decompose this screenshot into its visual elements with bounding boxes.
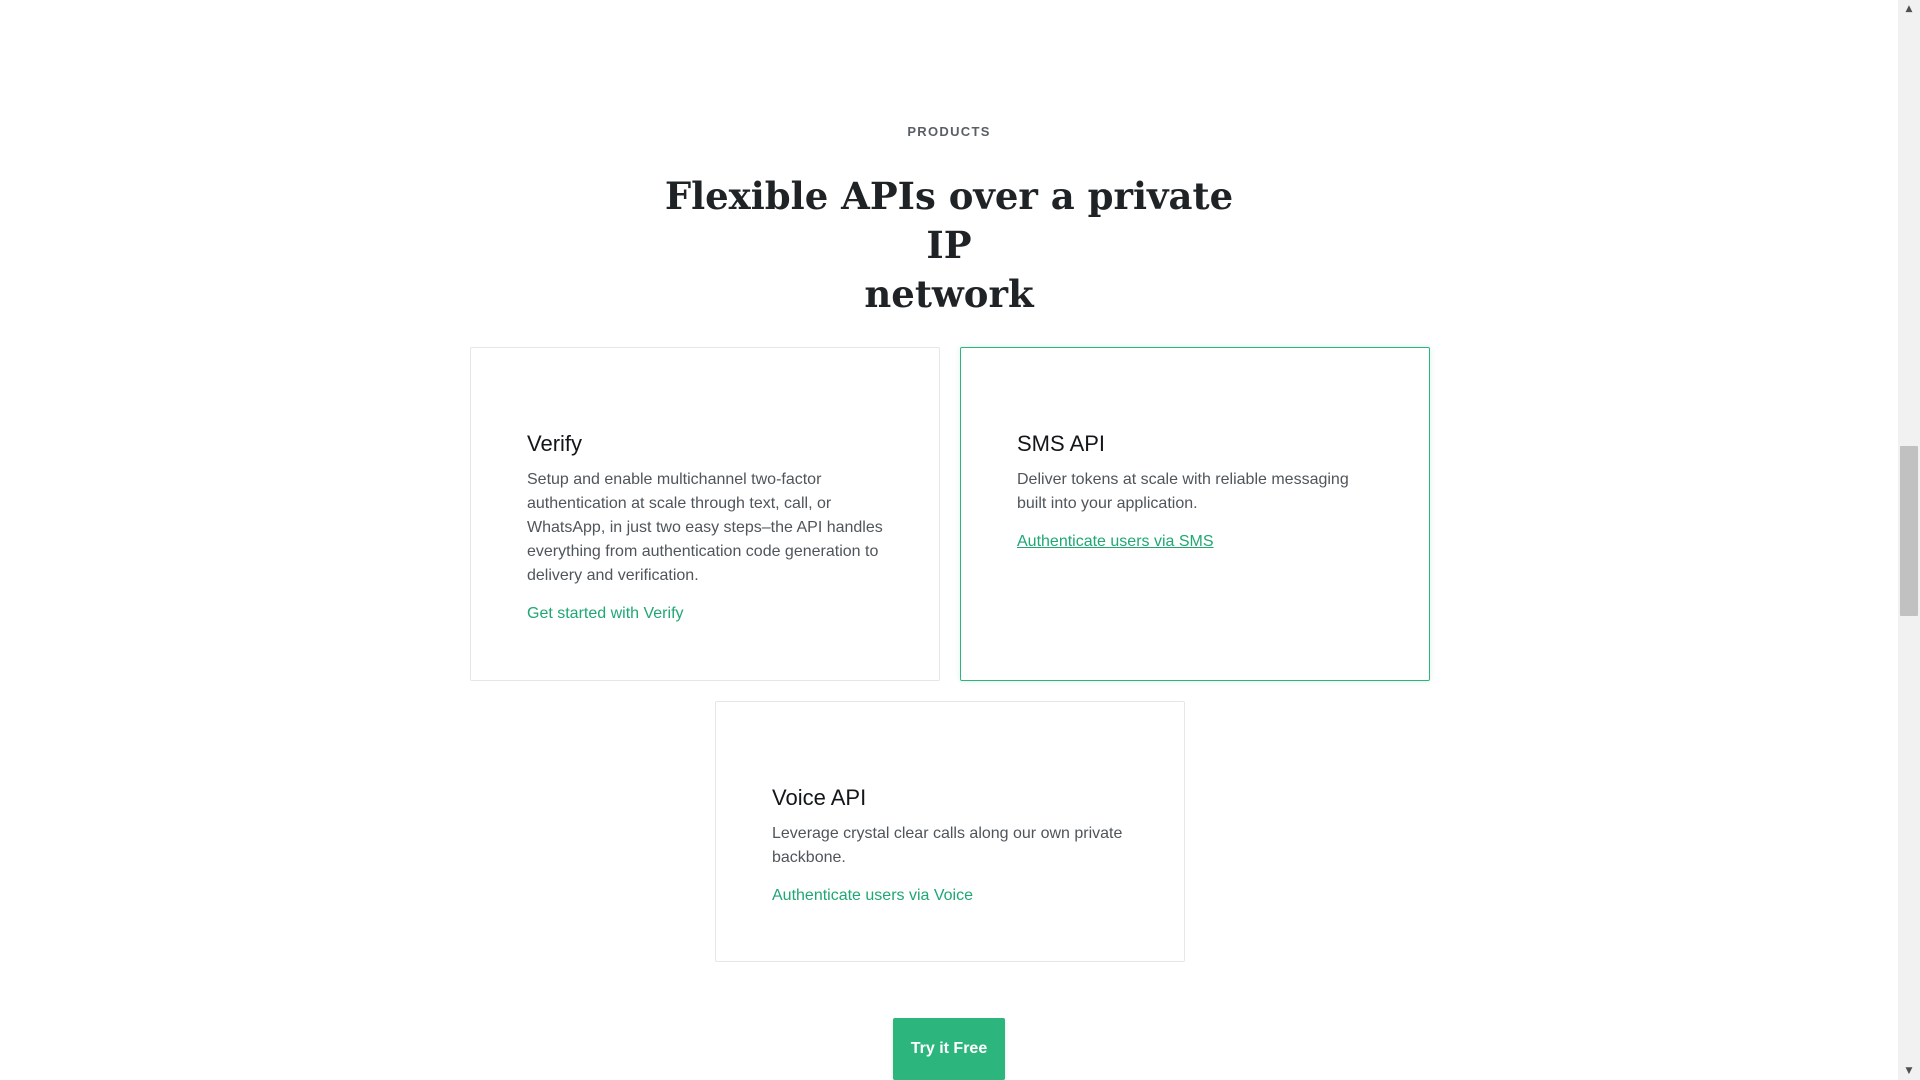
section-heading-line-2: network xyxy=(864,272,1034,316)
card-description: Leverage crystal clear calls along our o… xyxy=(772,825,1123,866)
product-card-sms-api[interactable]: SMS API Deliver tokens at scale with rel… xyxy=(960,347,1430,681)
card-description: Deliver tokens at scale with reliable me… xyxy=(1017,471,1349,512)
section-heading: Flexible APIs over a private IP network xyxy=(649,172,1249,319)
section-heading-line-1: Flexible APIs over a private IP xyxy=(664,174,1234,267)
section-eyebrow: PRODUCTS xyxy=(907,124,991,139)
card-title: Verify xyxy=(527,431,583,456)
card-title: Voice API xyxy=(772,785,867,810)
get-started-verify-link[interactable]: Get started with Verify xyxy=(527,602,684,626)
product-card-verify[interactable]: Verify Setup and enable multichannel two… xyxy=(470,347,940,681)
page: PRODUCTS Flexible APIs over a private IP… xyxy=(0,0,1920,1080)
arrow-down-icon[interactable]: ▼ xyxy=(1898,1062,1920,1080)
authenticate-via-voice-link[interactable]: Authenticate users via Voice xyxy=(772,884,973,908)
card-description: Setup and enable multichannel two-factor… xyxy=(527,471,883,584)
scrollbar-thumb[interactable] xyxy=(1900,446,1918,616)
vertical-scrollbar[interactable]: ▲ ▼ xyxy=(1898,0,1920,1080)
product-card-voice-api[interactable]: Voice API Leverage crystal clear calls a… xyxy=(715,701,1185,962)
try-it-free-button[interactable]: Try it Free xyxy=(893,1018,1005,1080)
card-title: SMS API xyxy=(1017,431,1106,456)
arrow-up-icon[interactable]: ▲ xyxy=(1898,0,1920,18)
authenticate-via-sms-link[interactable]: Authenticate users via SMS xyxy=(1017,530,1214,554)
